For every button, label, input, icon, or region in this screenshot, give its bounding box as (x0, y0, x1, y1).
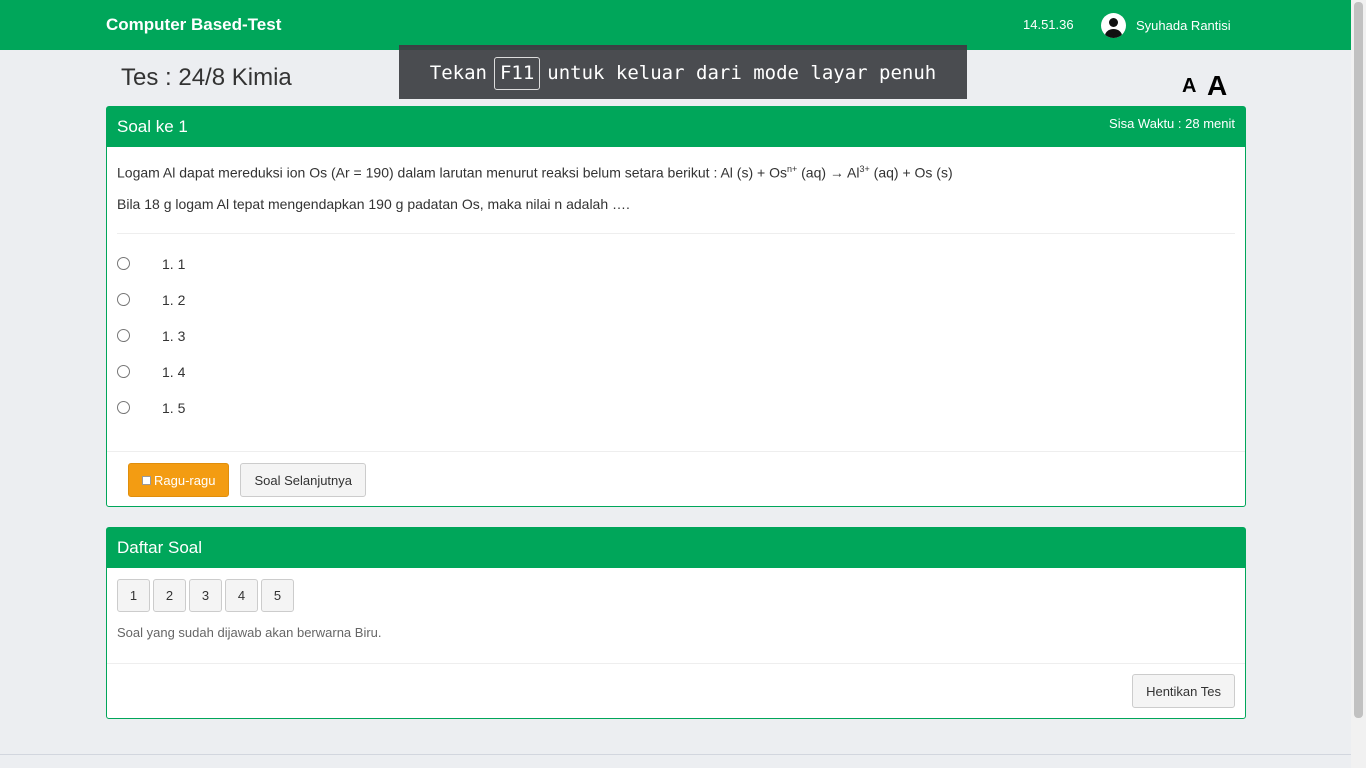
question-number-list: 1 2 3 4 5 (107, 568, 1245, 612)
question-list-header: Daftar Soal (107, 528, 1245, 568)
clock: 14.51.36 (1023, 17, 1074, 32)
answer-option[interactable]: 1. 1 (117, 246, 1235, 282)
answer-label[interactable]: 1. 2 (162, 292, 185, 308)
scrollbar-thumb[interactable] (1354, 2, 1363, 718)
answer-radio[interactable] (117, 329, 130, 343)
fullscreen-notice-before: Tekan (429, 62, 487, 84)
answer-option[interactable]: 1. 2 (117, 282, 1235, 318)
question-body: Logam Al dapat mereduksi ion Os (Ar = 19… (107, 147, 1245, 426)
doubt-label: Ragu-ragu (154, 472, 216, 488)
answer-option[interactable]: 1. 3 (117, 318, 1235, 354)
question-text-line-2: Bila 18 g logam Al tepat mengendapkan 19… (117, 195, 630, 212)
question-text-line-1: Logam Al dapat mereduksi ion Os (Ar = 19… (117, 164, 953, 181)
divider (117, 232, 1235, 234)
user-menu[interactable]: Syuhada Rantisi (1101, 12, 1231, 38)
vertical-scrollbar[interactable] (1351, 0, 1366, 768)
user-name: Syuhada Rantisi (1136, 17, 1231, 33)
answer-label[interactable]: 1. 1 (162, 256, 185, 272)
user-avatar-icon (1101, 12, 1126, 38)
question-list-footer: Hentikan Tes (107, 663, 1245, 719)
fullscreen-notice-after: untuk keluar dari mode layar penuh (547, 62, 937, 84)
answer-radio[interactable] (117, 365, 130, 379)
doubt-button[interactable]: Ragu-ragu (128, 463, 230, 497)
font-decrease-button[interactable]: A (1182, 75, 1196, 98)
answer-option[interactable]: 1. 4 (117, 354, 1235, 390)
question-number-button[interactable]: 1 (117, 579, 150, 612)
stop-test-button[interactable]: Hentikan Tes (1132, 674, 1235, 708)
question-list-panel: Daftar Soal 1 2 3 4 5 Soal yang sudah di… (106, 527, 1246, 719)
f11-key: F11 (493, 56, 541, 90)
test-title: Tes : 24/8 Kimia (121, 64, 292, 91)
question-footer: Ragu-ragu Soal Selanjutnya (107, 451, 1245, 507)
answer-label[interactable]: 1. 3 (162, 328, 185, 344)
top-navbar: Computer Based-Test 14.51.36 Syuhada Ran… (0, 0, 1351, 50)
answer-option[interactable]: 1. 5 (117, 390, 1235, 426)
answer-radio[interactable] (117, 257, 130, 271)
question-number-button[interactable]: 4 (225, 579, 258, 612)
question-list-title: Daftar Soal (117, 538, 203, 557)
question-number-button[interactable]: 3 (189, 579, 222, 612)
remaining-time: Sisa Waktu : 28 menit (1109, 116, 1235, 131)
answer-label[interactable]: 1. 4 (162, 364, 185, 380)
next-question-button[interactable]: Soal Selanjutnya (240, 463, 367, 497)
question-panel: Soal ke 1 Sisa Waktu : 28 menit Logam Al… (106, 106, 1246, 507)
question-number-title: Soal ke 1 (117, 117, 188, 136)
fullscreen-notice: Tekan F11 untuk keluar dari mode layar p… (399, 45, 967, 99)
doubt-checkbox[interactable] (142, 475, 151, 485)
answered-hint: Soal yang sudah dijawab akan berwarna Bi… (117, 625, 382, 640)
brand-title[interactable]: Computer Based-Test (106, 15, 281, 35)
page-bottom-border (0, 754, 1351, 755)
answer-label[interactable]: 1. 5 (162, 400, 185, 416)
question-number-button[interactable]: 5 (261, 579, 294, 612)
font-increase-button[interactable]: A (1207, 70, 1227, 102)
question-panel-header: Soal ke 1 Sisa Waktu : 28 menit (107, 107, 1245, 147)
answer-radio[interactable] (117, 293, 130, 307)
question-number-button[interactable]: 2 (153, 579, 186, 612)
answer-radio[interactable] (117, 401, 130, 415)
